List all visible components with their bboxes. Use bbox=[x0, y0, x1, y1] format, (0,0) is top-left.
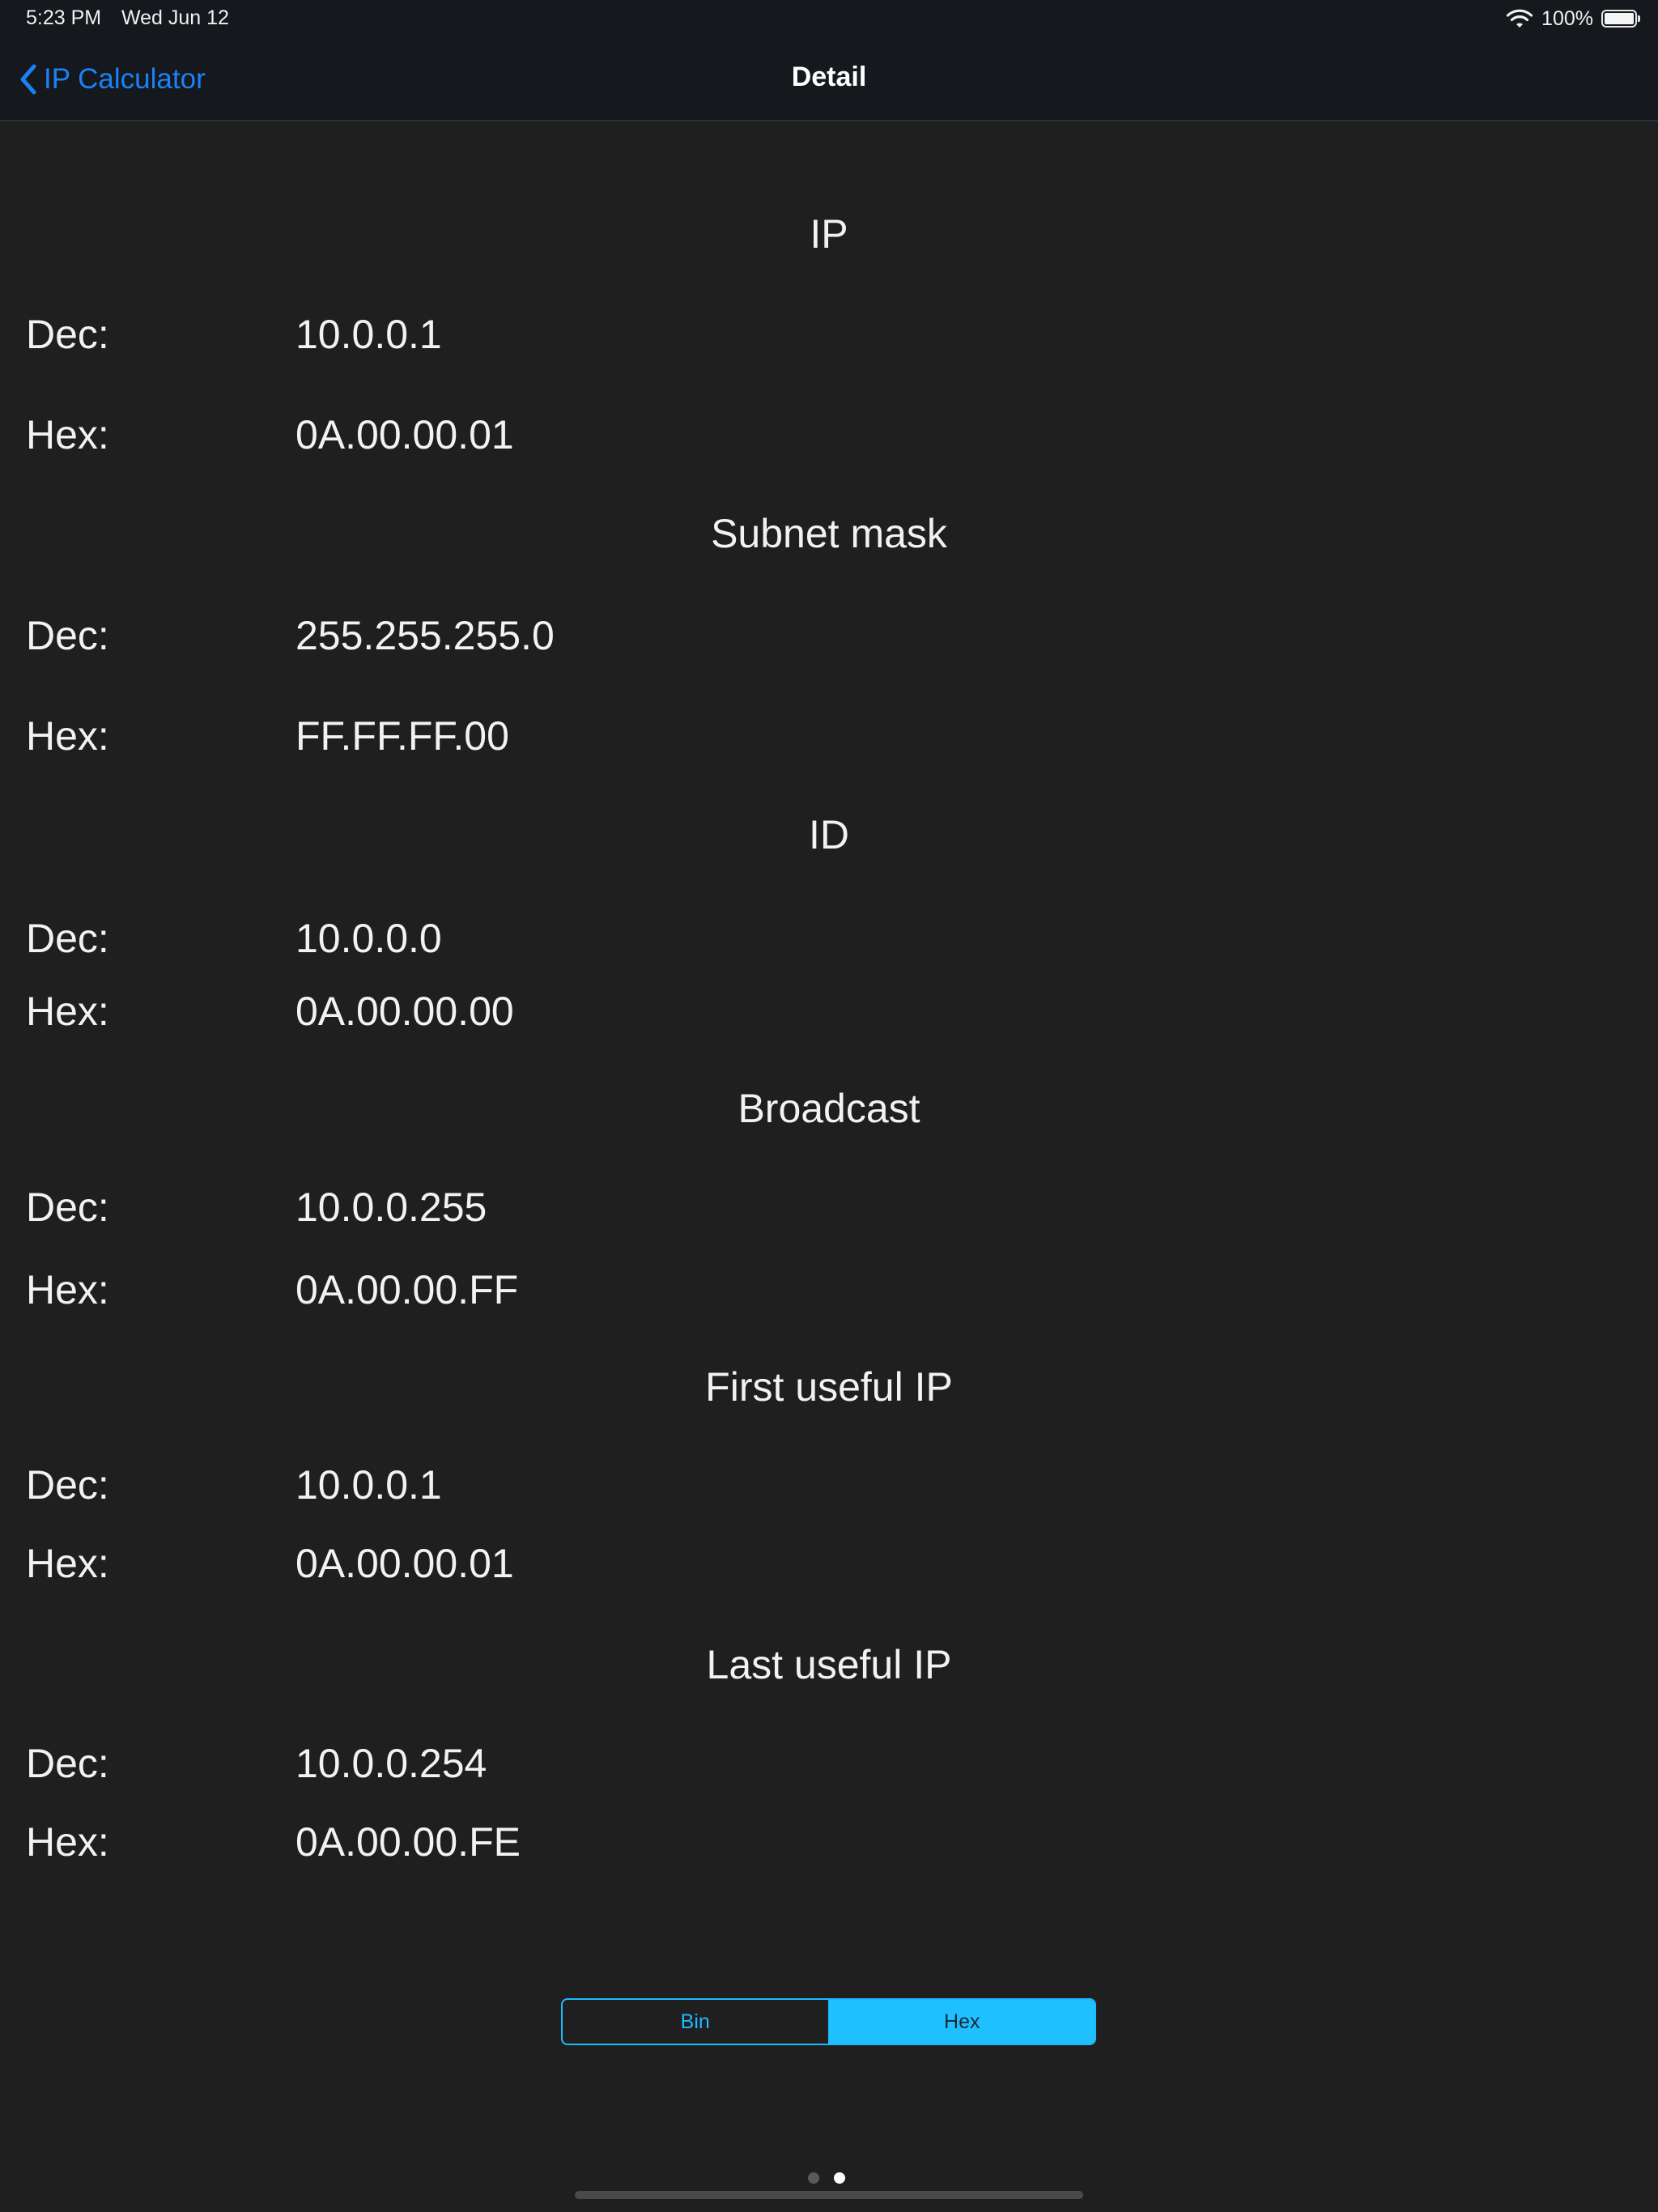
id-hex-value: 0A.00.00.00 bbox=[295, 989, 514, 1034]
status-date: Wed Jun 12 bbox=[121, 6, 229, 29]
row-label: Dec: bbox=[26, 613, 109, 658]
battery-percentage: 100% bbox=[1541, 6, 1593, 30]
ip-hex-value: 0A.00.00.01 bbox=[295, 412, 514, 457]
page-dot-2[interactable] bbox=[834, 2172, 845, 2184]
row-label: Hex: bbox=[26, 1267, 109, 1312]
row-label: Dec: bbox=[26, 1185, 109, 1230]
row-label: Hex: bbox=[26, 989, 109, 1034]
subnet-mask-dec-value: 255.255.255.0 bbox=[295, 613, 555, 658]
detail-screen: 5:23 PM Wed Jun 12 100% IP Calculator De… bbox=[0, 0, 1658, 2212]
row-label: Hex: bbox=[26, 713, 109, 759]
section-title-first-useful-ip: First useful IP bbox=[705, 1364, 953, 1410]
section-title-ip: IP bbox=[810, 211, 848, 257]
last-useful-ip-hex-value: 0A.00.00.FE bbox=[295, 1819, 521, 1865]
row-label: Hex: bbox=[26, 412, 109, 457]
section-title-id: ID bbox=[809, 812, 849, 857]
section-title-subnet-mask: Subnet mask bbox=[711, 511, 947, 556]
page-indicator[interactable] bbox=[808, 2172, 845, 2184]
format-segmented-control: Bin Hex bbox=[561, 1998, 1096, 2045]
first-useful-ip-dec-value: 10.0.0.1 bbox=[295, 1462, 442, 1508]
broadcast-dec-value: 10.0.0.255 bbox=[295, 1185, 487, 1230]
broadcast-hex-value: 0A.00.00.FF bbox=[295, 1267, 519, 1312]
row-label: Dec: bbox=[26, 1462, 109, 1508]
segment-hex[interactable]: Hex bbox=[829, 2000, 1095, 2044]
section-title-last-useful-ip: Last useful IP bbox=[706, 1642, 952, 1687]
ip-dec-value: 10.0.0.1 bbox=[295, 312, 442, 357]
status-indicators: 100% bbox=[1506, 5, 1640, 32]
home-indicator[interactable] bbox=[575, 2191, 1083, 2199]
first-useful-ip-hex-value: 0A.00.00.01 bbox=[295, 1541, 514, 1586]
battery-icon bbox=[1601, 10, 1640, 28]
page-title: Detail bbox=[791, 62, 867, 92]
subnet-mask-hex-value: FF.FF.FF.00 bbox=[295, 713, 509, 759]
wifi-icon bbox=[1506, 9, 1533, 28]
header-background bbox=[0, 0, 1658, 121]
row-label: Dec: bbox=[26, 1741, 109, 1786]
row-label: Dec: bbox=[26, 312, 109, 357]
id-dec-value: 10.0.0.0 bbox=[295, 916, 442, 961]
section-title-broadcast: Broadcast bbox=[738, 1086, 920, 1131]
last-useful-ip-dec-value: 10.0.0.254 bbox=[295, 1741, 487, 1786]
segment-bin[interactable]: Bin bbox=[563, 2000, 830, 2044]
status-time: 5:23 PM bbox=[26, 6, 102, 29]
row-label: Hex: bbox=[26, 1819, 109, 1865]
row-label: Dec: bbox=[26, 916, 109, 961]
page-dot-1[interactable] bbox=[808, 2172, 819, 2184]
row-label: Hex: bbox=[26, 1541, 109, 1586]
